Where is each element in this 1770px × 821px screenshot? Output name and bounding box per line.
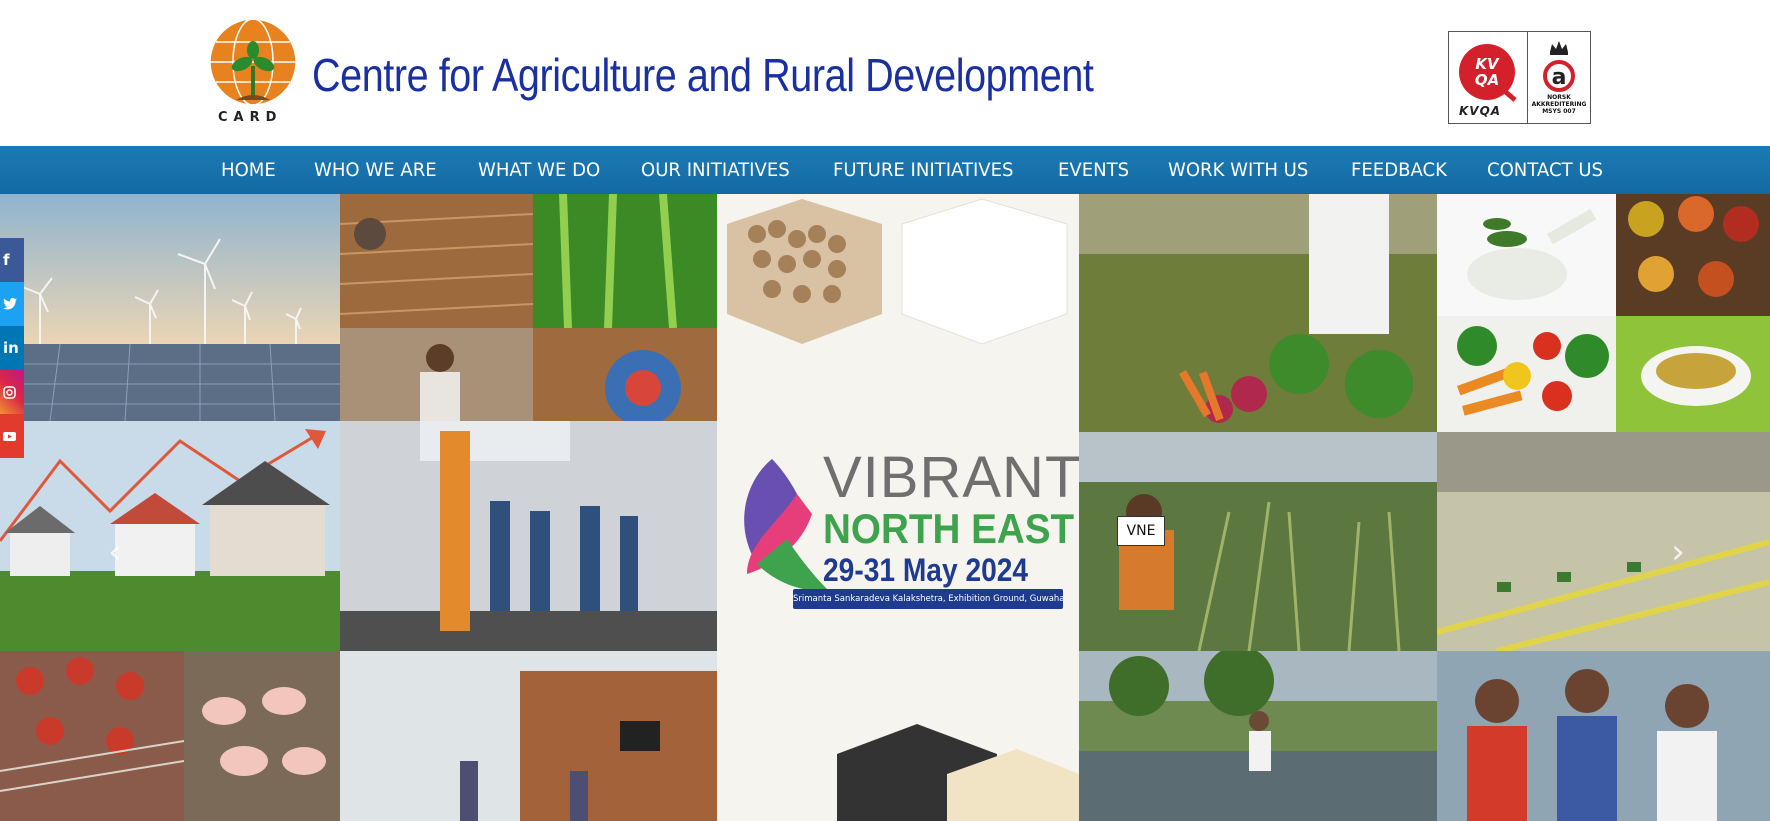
expo-booth-image [340, 651, 717, 821]
green-tea-image [1616, 316, 1770, 432]
card-logo[interactable]: CARD [206, 18, 300, 126]
social-sidebar: f in [0, 238, 24, 458]
svg-text:QA: QA [1475, 71, 1499, 89]
nav-our-initiatives-label: OUR INITIATIVES [641, 159, 791, 181]
logo-text: CARD [218, 110, 283, 125]
svg-text:a: a [1552, 65, 1567, 90]
field-inspection-image [1079, 651, 1437, 821]
nav-feedback-label: FEEDBACK [1350, 159, 1447, 181]
norsk-line-1: NORSK [1547, 94, 1571, 101]
crown-a-icon: a [1543, 41, 1575, 92]
event-venue: Srimanta Sankaradeva Kalakshetra, Exhibi… [793, 589, 1063, 609]
event-poster[interactable]: VIBRANT NORTH EAST 29-31 May 2024 Sriman… [717, 194, 1079, 821]
spices-image [1616, 194, 1770, 316]
nav-who-we-are[interactable]: WHO WE ARE [314, 159, 443, 181]
event-dates: 29-31 May 2024 [823, 552, 1029, 588]
pigs-image [184, 651, 340, 821]
instagram-icon[interactable] [0, 370, 24, 414]
slider-prev-button[interactable]: ‹ [100, 532, 130, 572]
nav-future-initiatives[interactable]: FUTURE INITIATIVES [833, 159, 1023, 181]
certification-badge: KV QA KVQA a NORSK AKKREDITERING MSYS 00… [1448, 31, 1591, 124]
nav-contact-us-label: CONTACT US [1486, 159, 1603, 181]
weaving-image [340, 194, 533, 328]
vegetables-harvest-image [1079, 194, 1437, 432]
houses-growth-image [0, 421, 340, 651]
instagram-camera-shape [3, 385, 16, 399]
event-title-line-1: VIBRANT [823, 445, 1079, 510]
nav-work-with-us-label: WORK WITH US [1167, 159, 1309, 181]
poultry-image [0, 651, 184, 821]
norsk-line-3: MSYS 007 [1542, 108, 1576, 115]
slider-next-button[interactable]: › [1663, 532, 1693, 572]
nav-what-we-do[interactable]: WHAT WE DO [478, 159, 607, 181]
slide-caption: VNE [1117, 516, 1165, 546]
nav-home-label: HOME [221, 159, 276, 181]
kvqa-logo-icon: KV QA [1459, 44, 1517, 102]
fresh-vegetables-image [1437, 316, 1616, 432]
kvqa-label: KVQA [1459, 104, 1502, 118]
nav-home[interactable]: HOME [221, 159, 279, 181]
craftsman-image [340, 328, 533, 421]
bamboo-image [533, 194, 717, 328]
site-header: CARD Centre for Agriculture and Rural De… [0, 0, 1770, 146]
nav-future-initiatives-label: FUTURE INITIATIVES [832, 159, 1014, 181]
main-nav: HOME WHO WE ARE WHAT WE DO OUR INITIATIV… [0, 146, 1770, 194]
nav-who-we-are-label: WHO WE ARE [313, 159, 437, 181]
globe-logo-icon [209, 18, 297, 106]
hero-banner-slider[interactable]: VIBRANT NORTH EAST 29-31 May 2024 Sriman… [0, 194, 1770, 821]
norsk-cert: a NORSK AKKREDITERING MSYS 007 [1528, 32, 1590, 123]
children-studying-image [1437, 651, 1770, 821]
chevron-left-icon: ‹ [108, 532, 122, 572]
page: CARD Centre for Agriculture and Rural De… [0, 0, 1770, 821]
norsk-text: NORSK AKKREDITERING MSYS 007 [1528, 94, 1590, 115]
herbs-mortar-image [1437, 194, 1616, 316]
nav-contact-us[interactable]: CONTACT US [1487, 159, 1609, 181]
twitter-icon[interactable] [0, 282, 24, 326]
chevron-right-icon: › [1671, 532, 1685, 572]
youtube-play-shape [3, 431, 16, 441]
nav-work-with-us[interactable]: WORK WITH US [1168, 159, 1316, 181]
kvqa-cert: KV QA KVQA [1449, 32, 1528, 123]
nav-events[interactable]: EVENTS [1058, 159, 1133, 181]
youtube-icon[interactable] [0, 414, 24, 458]
facebook-icon[interactable]: f [0, 238, 24, 282]
painting-craft-image [533, 328, 717, 421]
processing-plant-image [1437, 432, 1770, 651]
nav-feedback[interactable]: FEEDBACK [1351, 159, 1452, 181]
site-title[interactable]: Centre for Agriculture and Rural Develop… [312, 48, 1094, 102]
linkedin-icon[interactable]: in [0, 326, 24, 370]
twitter-bird-shape [3, 298, 17, 310]
nav-what-we-do-label: WHAT WE DO [477, 159, 600, 181]
nav-events-label: EVENTS [1057, 159, 1130, 181]
nav-our-initiatives[interactable]: OUR INITIATIVES [641, 159, 798, 181]
wind-solar-image [0, 194, 340, 421]
event-title-line-2: NORTH EAST [823, 505, 1075, 552]
norsk-line-2: AKKREDITERING [1531, 101, 1587, 108]
exhibition-stall-image [340, 421, 717, 651]
